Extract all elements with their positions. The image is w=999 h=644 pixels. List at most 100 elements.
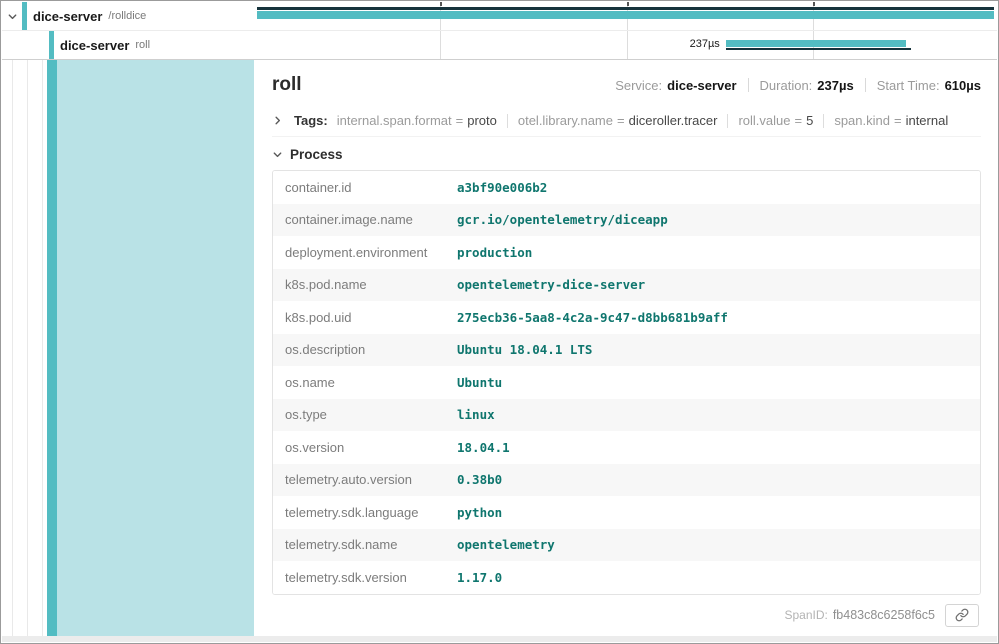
process-value: 1.17.0 (457, 570, 502, 585)
span-bar-underline (726, 48, 911, 50)
span-name-cell[interactable]: dice-server roll (2, 31, 254, 59)
process-value: linux (457, 407, 495, 422)
tag-equals: = (456, 113, 464, 128)
operation-name: /rolldice (108, 10, 146, 22)
process-table-row: telemetry.sdk.languagepython (273, 496, 980, 529)
process-value: a3bf90e006b2 (457, 180, 547, 195)
process-key: telemetry.auto.version (273, 472, 457, 487)
start-time-value: 610µs (945, 78, 981, 93)
tags-list: internal.span.format=protootel.library.n… (337, 113, 949, 128)
indent-guide (42, 60, 43, 638)
process-table-row: container.ida3bf90e006b2 (273, 171, 980, 204)
span-duration-label: 237µs (668, 38, 720, 50)
tag-equals: = (617, 113, 625, 128)
duration-value: 237µs (817, 78, 853, 93)
span-row-rolldice[interactable]: dice-server /rolldice (2, 2, 997, 31)
tag-divider (823, 114, 824, 128)
chevron-right-icon (272, 115, 283, 126)
chevron-down-icon[interactable] (7, 11, 18, 22)
meta-divider (748, 78, 749, 92)
service-value: dice-server (667, 78, 736, 93)
process-key: container.image.name (273, 212, 457, 227)
indent-guide (27, 60, 28, 638)
process-key: telemetry.sdk.name (273, 537, 457, 552)
process-value: 0.38b0 (457, 472, 502, 487)
tags-accordion[interactable]: Tags: internal.span.format=protootel.lib… (272, 106, 981, 137)
copy-link-button[interactable] (945, 604, 979, 627)
span-detail-panel: roll Service: dice-server Duration: 237µ… (254, 60, 997, 636)
trace-span-detail-view: dice-server /rolldice dice-server roll 2… (0, 0, 999, 644)
process-label: Process (290, 147, 343, 162)
process-key: os.type (273, 407, 457, 422)
tag-divider (507, 114, 508, 128)
process-table-row: telemetry.sdk.nameopentelemetry (273, 529, 980, 562)
span-bar (726, 40, 906, 47)
process-key: os.description (273, 342, 457, 357)
span-bar (257, 11, 994, 19)
process-table-row: os.descriptionUbuntu 18.04.1 LTS (273, 334, 980, 367)
chevron-down-icon (272, 149, 283, 160)
service-name: dice-server (60, 38, 129, 53)
span-bar-overlay (257, 7, 994, 10)
span-bar-cell[interactable]: 237µs (254, 31, 997, 59)
span-color-accent (22, 2, 27, 30)
tag-value: internal (906, 113, 949, 128)
span-bar-cell[interactable] (254, 2, 997, 30)
process-value: gcr.io/opentelemetry/diceapp (457, 212, 668, 227)
process-key: container.id (273, 180, 457, 195)
tag-key: internal.span.format (337, 113, 452, 128)
process-value: opentelemetry (457, 537, 555, 552)
process-key: telemetry.sdk.language (273, 505, 457, 520)
tag-value: diceroller.tracer (629, 113, 718, 128)
span-name-cell[interactable]: dice-server /rolldice (2, 2, 254, 30)
tag-equals: = (894, 113, 902, 128)
process-key: telemetry.sdk.version (273, 570, 457, 585)
indent-guide (12, 60, 13, 638)
span-row-roll[interactable]: dice-server roll 237µs (2, 31, 997, 60)
tag-value: 5 (806, 113, 813, 128)
selected-span-accent-strip (47, 60, 57, 638)
spanid-value: fb483c8c6258f6c5 (833, 608, 935, 622)
process-value: 275ecb36-5aa8-4c2a-9c47-d8bb681b9aff (457, 310, 728, 325)
process-table-row: k8s.pod.nameopentelemetry-dice-server (273, 269, 980, 302)
process-table-row: telemetry.auto.version0.38b0 (273, 464, 980, 497)
spanid-label: SpanID: (784, 608, 827, 622)
process-table: container.ida3bf90e006b2container.image.… (272, 170, 981, 595)
process-value: production (457, 245, 532, 260)
process-table-row: os.typelinux (273, 399, 980, 432)
process-table-row: os.nameUbuntu (273, 366, 980, 399)
span-detail-header: roll Service: dice-server Duration: 237µ… (272, 70, 981, 106)
tags-label: Tags: (294, 113, 328, 128)
duration-label: Duration: (760, 78, 813, 93)
process-key: os.name (273, 375, 457, 390)
link-icon (955, 608, 969, 622)
span-color-accent (49, 31, 54, 59)
process-accordion[interactable]: Process (272, 137, 981, 170)
process-value: python (457, 505, 502, 520)
process-value: opentelemetry-dice-server (457, 277, 645, 292)
process-table-row: deployment.environmentproduction (273, 236, 980, 269)
process-value: Ubuntu (457, 375, 502, 390)
process-table-row: k8s.pod.uid275ecb36-5aa8-4c2a-9c47-d8bb6… (273, 301, 980, 334)
service-name: dice-server (33, 9, 102, 24)
process-key: deployment.environment (273, 245, 457, 260)
timeline-tick (627, 2, 629, 6)
process-table-row: os.version18.04.1 (273, 431, 980, 464)
meta-divider (865, 78, 866, 92)
span-title: roll (272, 74, 302, 96)
process-table-row: telemetry.sdk.version1.17.0 (273, 561, 980, 594)
tag-divider (727, 114, 728, 128)
selected-span-backdrop (57, 60, 254, 638)
process-table-row: container.image.namegcr.io/opentelemetry… (273, 204, 980, 237)
tag-equals: = (795, 113, 803, 128)
bottom-gutter (2, 636, 997, 642)
tag-key: otel.library.name (518, 113, 613, 128)
tag-key: roll.value (738, 113, 790, 128)
process-key: os.version (273, 440, 457, 455)
process-value: Ubuntu 18.04.1 LTS (457, 342, 592, 357)
tag-value: proto (467, 113, 497, 128)
span-detail-footer: SpanID: fb483c8c6258f6c5 (272, 595, 981, 627)
start-time-label: Start Time: (877, 78, 940, 93)
process-value: 18.04.1 (457, 440, 510, 455)
process-key: k8s.pod.name (273, 277, 457, 292)
